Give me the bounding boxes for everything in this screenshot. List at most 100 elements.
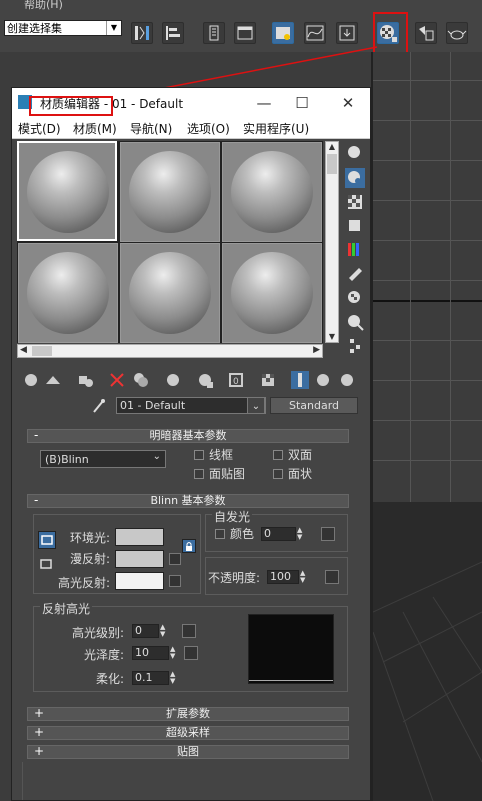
material-editor-window: 材质编辑器 - 01 - Default — ☐ ✕ 模式(D) 材质(M) 导… — [11, 87, 371, 801]
scroll-up-icon[interactable]: ▲ — [326, 142, 338, 152]
render-setup-icon[interactable] — [415, 22, 437, 44]
spinner-arrows-icon[interactable]: ▲ ▼ — [300, 570, 310, 584]
make-preview-icon[interactable] — [345, 264, 365, 284]
show-map-in-viewport-icon[interactable] — [259, 371, 277, 389]
go-to-parent-icon[interactable] — [314, 371, 332, 389]
sample-uv-tiling-icon[interactable] — [345, 216, 365, 236]
rollout-maps[interactable]: + 贴图 — [27, 744, 349, 759]
chevron-down-icon: ⌄ — [152, 451, 161, 462]
lock-diffuse-specular-icon[interactable] — [38, 556, 56, 574]
put-material-icon[interactable] — [44, 371, 62, 389]
specular-color-swatch[interactable] — [115, 572, 164, 590]
sample-slot[interactable] — [120, 142, 220, 242]
close-button[interactable]: ✕ — [336, 92, 360, 114]
selection-set-dropdown[interactable]: 创建选择集 ▼ — [4, 20, 122, 36]
scroll-thumb[interactable] — [32, 346, 52, 356]
put-to-library-icon[interactable] — [196, 371, 214, 389]
chevron-down-icon[interactable]: ▼ — [106, 21, 121, 35]
glossiness-map-button[interactable] — [184, 646, 198, 660]
soften-spinner[interactable]: 0.1 ▲ ▼ — [132, 671, 175, 685]
two-sided-label: 双面 — [288, 448, 313, 462]
faceted-checkbox[interactable] — [273, 469, 283, 479]
rollout-title: Blinn 基本参数 — [150, 494, 226, 507]
scroll-right-icon[interactable]: ▶ — [313, 345, 320, 355]
slots-horizontal-scrollbar[interactable]: ◀ ▶ — [17, 344, 323, 358]
go-forward-to-sibling-icon[interactable] — [338, 371, 356, 389]
rollout-blinn-basic[interactable]: - Blinn 基本参数 — [27, 493, 349, 508]
slots-vertical-scrollbar[interactable]: ▲ ▼ — [325, 141, 339, 343]
specular-level-map-button[interactable] — [182, 624, 196, 638]
chevron-down-icon[interactable]: ⌄ — [247, 397, 265, 414]
background-icon[interactable] — [345, 192, 365, 212]
backlight-icon[interactable] — [345, 168, 365, 188]
opacity-map-button[interactable] — [325, 570, 339, 584]
specular-map-button[interactable] — [169, 575, 181, 587]
sample-slot[interactable] — [18, 243, 118, 343]
rollout-shader-basic[interactable]: - 明暗器基本参数 — [27, 428, 349, 443]
sample-slot[interactable] — [120, 243, 220, 343]
spinner-arrows-icon[interactable]: ▲ ▼ — [297, 527, 307, 541]
specular-level-spinner[interactable]: 0 ▲ ▼ — [132, 624, 165, 638]
shader-type-dropdown[interactable]: (B)Blinn ⌄ — [40, 450, 166, 468]
grid-line — [373, 160, 482, 161]
grid-line — [373, 380, 482, 381]
spinner-arrows-icon[interactable]: ▲ ▼ — [160, 624, 170, 638]
sample-type-icon[interactable] — [345, 143, 365, 163]
diffuse-color-swatch[interactable] — [115, 550, 164, 568]
two-sided-checkbox[interactable] — [273, 450, 283, 460]
lock-icon[interactable] — [182, 539, 196, 553]
reset-map-icon[interactable] — [108, 371, 126, 389]
rollout-title: 超级采样 — [166, 726, 210, 739]
minimize-button[interactable]: — — [252, 92, 276, 114]
glossiness-label: 光泽度: — [83, 648, 124, 662]
self-illum-color-checkbox[interactable] — [215, 529, 225, 539]
opacity-spinner[interactable]: 100 ▲ ▼ — [267, 570, 305, 584]
glossiness-spinner[interactable]: 10 ▲ ▼ — [132, 646, 175, 660]
material-id-icon[interactable]: 0 — [227, 371, 245, 389]
perspective-viewport[interactable] — [373, 502, 482, 801]
wire-checkbox[interactable] — [194, 450, 204, 460]
assign-material-icon[interactable] — [76, 371, 94, 389]
render-teapot-icon[interactable] — [446, 22, 468, 44]
select-by-material-icon[interactable] — [345, 312, 365, 332]
get-material-icon[interactable] — [22, 371, 40, 389]
video-color-check-icon[interactable] — [345, 240, 365, 260]
pick-material-icon[interactable] — [91, 397, 107, 415]
help-menu[interactable]: 帮助(H) — [24, 0, 63, 12]
lock-ambient-diffuse-icon[interactable] — [38, 531, 56, 549]
material-sphere — [27, 151, 109, 233]
material-sphere — [129, 151, 211, 233]
material-type-button[interactable]: Standard — [270, 397, 358, 414]
scroll-down-icon[interactable]: ▼ — [326, 332, 338, 342]
ambient-color-swatch[interactable] — [115, 528, 164, 546]
menu-material[interactable]: 材质(M) — [73, 120, 117, 137]
maximize-button[interactable]: ☐ — [290, 92, 314, 114]
menu-utilities[interactable]: 实用程序(U) — [243, 120, 309, 137]
self-illum-map-button[interactable] — [321, 527, 335, 541]
grid-line — [410, 52, 411, 502]
copy-material-icon[interactable] — [132, 371, 150, 389]
material-options-icon[interactable] — [345, 288, 365, 308]
material-name-field[interactable]: 01 - Default — [116, 397, 266, 414]
rollout-supersampling[interactable]: + 超级采样 — [27, 725, 349, 740]
self-illum-color-label: 颜色 — [230, 527, 255, 541]
scroll-left-icon[interactable]: ◀ — [20, 345, 27, 355]
scroll-thumb[interactable] — [327, 154, 337, 174]
spinner-arrows-icon[interactable]: ▲ ▼ — [170, 646, 180, 660]
sample-slot[interactable] — [222, 243, 322, 343]
material-map-navigator-icon[interactable] — [345, 336, 365, 356]
face-map-checkbox[interactable] — [194, 469, 204, 479]
menu-navigation[interactable]: 导航(N) — [130, 120, 172, 137]
show-end-result-icon[interactable] — [291, 371, 309, 389]
diffuse-map-button[interactable] — [169, 553, 181, 565]
sample-slot[interactable] — [17, 141, 117, 241]
sample-slot[interactable] — [222, 142, 322, 242]
menu-mode[interactable]: 模式(D) — [18, 120, 61, 137]
rollout-extended[interactable]: + 扩展参数 — [27, 706, 349, 721]
make-unique-icon[interactable] — [164, 371, 182, 389]
self-illum-spinner[interactable]: 0 ▲ ▼ — [261, 527, 302, 541]
menu-options[interactable]: 选项(O) — [187, 120, 230, 137]
svg-text:0: 0 — [233, 377, 239, 387]
spinner-arrows-icon[interactable]: ▲ ▼ — [170, 671, 180, 685]
material-sphere — [27, 252, 109, 334]
